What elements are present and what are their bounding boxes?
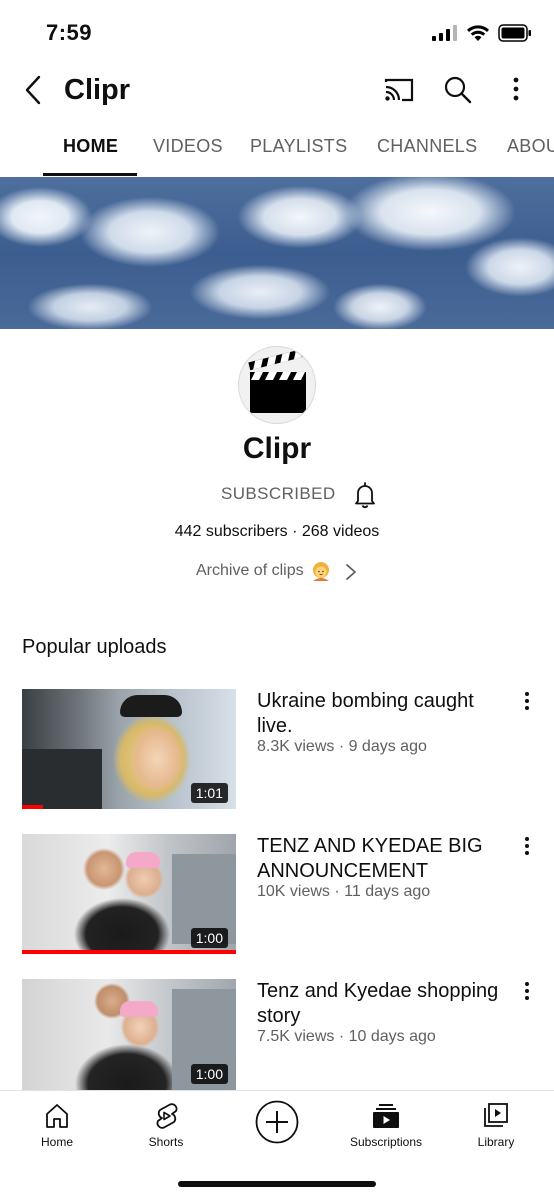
tab-home[interactable]: HOME bbox=[63, 120, 118, 176]
active-tab-indicator bbox=[43, 173, 137, 176]
notification-bell-button[interactable] bbox=[350, 480, 380, 510]
more-vertical-icon bbox=[525, 692, 529, 710]
video-meta: 7.5K views · 10 days ago bbox=[257, 1028, 436, 1045]
video-meta: 10K views · 11 days ago bbox=[257, 883, 431, 900]
create-plus-icon bbox=[255, 1100, 299, 1144]
home-icon bbox=[46, 1104, 68, 1128]
tab-videos[interactable]: VIDEOS bbox=[153, 120, 223, 176]
video-more-button[interactable] bbox=[518, 689, 536, 715]
watch-progress-bar bbox=[22, 950, 236, 954]
video-list-item[interactable]: 1:01 Ukraine bombing caught live. 8.3K v… bbox=[0, 689, 554, 811]
video-duration: 1:00 bbox=[190, 928, 228, 948]
video-thumbnail[interactable]: 1:01 bbox=[22, 689, 236, 809]
create-button[interactable] bbox=[254, 1099, 300, 1145]
video-list-item[interactable]: 1:00 TENZ AND KYEDAE BIG ANNOUNCEMENT 10… bbox=[0, 834, 554, 956]
tab-playlists[interactable]: PLAYLISTS bbox=[250, 120, 347, 176]
channel-description: Archive of clips bbox=[196, 562, 304, 579]
back-button[interactable] bbox=[18, 72, 48, 108]
clapperboard-icon bbox=[248, 348, 306, 413]
more-options-button[interactable] bbox=[506, 74, 526, 106]
nav-label: Shorts bbox=[148, 1135, 184, 1149]
back-arrow-icon bbox=[25, 75, 41, 105]
popular-uploads-heading: Popular uploads bbox=[22, 636, 167, 658]
status-time: 7:59 bbox=[46, 20, 93, 45]
watch-progress-bar bbox=[22, 805, 44, 809]
cast-icon bbox=[384, 78, 414, 102]
video-thumbnail[interactable]: 1:00 bbox=[22, 979, 236, 1090]
bell-icon bbox=[355, 482, 375, 509]
nav-label: Subscriptions bbox=[349, 1135, 423, 1149]
nav-home[interactable]: Home bbox=[7, 1101, 107, 1149]
nav-subscriptions[interactable]: Subscriptions bbox=[336, 1101, 436, 1149]
nav-library[interactable]: Library bbox=[446, 1101, 546, 1149]
channel-stats: 442 subscribers · 268 videos bbox=[174, 523, 380, 540]
video-thumbnail[interactable]: 1:00 bbox=[22, 834, 236, 954]
channel-avatar[interactable] bbox=[238, 346, 316, 424]
tab-channels[interactable]: CHANNELS bbox=[377, 120, 477, 176]
wifi-icon bbox=[467, 25, 489, 41]
cast-button[interactable] bbox=[382, 74, 416, 106]
status-bar: 7:59 bbox=[0, 0, 554, 62]
channel-tabs: HOME VIDEOS PLAYLISTS CHANNELS ABOUT bbox=[0, 120, 554, 178]
more-vertical-icon bbox=[525, 982, 529, 1000]
video-duration: 1:00 bbox=[190, 1064, 228, 1084]
person-emoji-icon bbox=[313, 562, 329, 581]
cellular-signal-icon bbox=[432, 25, 457, 41]
chevron-right-icon bbox=[346, 564, 356, 580]
home-indicator bbox=[178, 1181, 376, 1187]
channel-description-row[interactable]: Archive of clips bbox=[0, 560, 554, 584]
search-button[interactable] bbox=[442, 74, 474, 106]
battery-icon bbox=[498, 24, 531, 42]
search-icon bbox=[444, 76, 472, 104]
video-title[interactable]: Tenz and Kyedae shopping story bbox=[257, 979, 507, 1029]
more-vertical-icon bbox=[513, 77, 519, 101]
video-list-item[interactable]: 1:00 Tenz and Kyedae shopping story 7.5K… bbox=[0, 979, 554, 1101]
library-icon bbox=[484, 1103, 508, 1127]
nav-label: Library bbox=[477, 1135, 515, 1149]
nav-shorts[interactable]: Shorts bbox=[116, 1101, 216, 1149]
video-duration: 1:01 bbox=[190, 783, 228, 803]
video-title[interactable]: Ukraine bombing caught live. bbox=[257, 689, 507, 739]
channel-banner bbox=[0, 177, 554, 329]
app-title: Clipr bbox=[64, 74, 131, 106]
video-more-button[interactable] bbox=[518, 834, 536, 860]
video-meta: 8.3K views · 9 days ago bbox=[257, 738, 427, 755]
nav-label: Home bbox=[40, 1135, 73, 1149]
subscriptions-icon bbox=[373, 1104, 399, 1128]
tab-about[interactable]: ABOUT bbox=[507, 120, 554, 176]
video-title[interactable]: TENZ AND KYEDAE BIG ANNOUNCEMENT bbox=[257, 834, 507, 884]
subscribed-button[interactable]: SUBSCRIBED bbox=[221, 484, 336, 504]
more-vertical-icon bbox=[525, 837, 529, 855]
app-bar: Clipr bbox=[0, 62, 554, 118]
channel-name: Clipr bbox=[242, 432, 312, 465]
shorts-icon bbox=[156, 1103, 178, 1129]
video-more-button[interactable] bbox=[518, 979, 536, 1005]
status-icons bbox=[432, 24, 532, 42]
subscribe-row: SUBSCRIBED bbox=[0, 480, 554, 510]
